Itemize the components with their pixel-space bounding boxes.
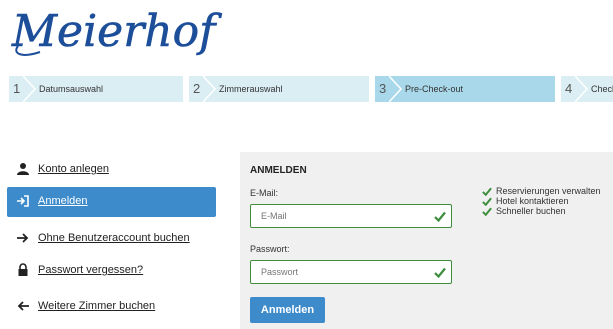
anmelden-button[interactable]: Anmelden: [250, 297, 325, 323]
benefit-label: Reservierungen verwalten: [496, 186, 601, 196]
email-field[interactable]: [250, 204, 452, 228]
chevron-right-icon: [23, 76, 37, 102]
email-label: E-Mail:: [250, 188, 279, 198]
check-icon: [434, 267, 446, 278]
lock-icon: [18, 263, 28, 276]
menu-label: Ohne Benutzeraccount buchen: [38, 232, 190, 244]
menu-anmelden[interactable]: Anmelden: [7, 187, 216, 217]
step-checkout[interactable]: 4 Checkout: [561, 76, 613, 102]
menu-konto-anlegen[interactable]: Konto anlegen: [7, 155, 216, 185]
logo-text: Meierhof: [11, 6, 222, 57]
menu-label: Weitere Zimmer buchen: [38, 300, 156, 312]
password-input[interactable]: [259, 266, 433, 278]
step-number: 3: [379, 81, 387, 96]
chevron-right-icon: [389, 76, 403, 102]
arrow-left-icon: [17, 301, 29, 311]
step-number: 1: [13, 81, 21, 96]
step-pre-check-out[interactable]: 3 Pre-Check-out: [375, 76, 555, 102]
check-icon: [482, 207, 492, 216]
chevron-right-icon: [203, 76, 217, 102]
login-panel: ANMELDEN E-Mail: Passwort: Anmelden Rese…: [240, 152, 613, 329]
menu-weitere-zimmer[interactable]: Weitere Zimmer buchen: [7, 292, 216, 322]
booking-steps: 1 Datumsauswahl 2 Zimmerauswahl 3 Pre-Ch…: [9, 76, 613, 102]
benefit-label: Schneller buchen: [496, 206, 566, 216]
menu-passwort-vergessen[interactable]: Passwort vergessen?: [7, 256, 216, 286]
step-number: 2: [193, 81, 201, 96]
user-icon: [17, 163, 29, 175]
step-label: Zimmerauswahl: [219, 84, 283, 94]
sign-in-icon: [17, 195, 29, 207]
step-datumsauswahl[interactable]: 1 Datumsauswahl: [9, 76, 183, 102]
email-input[interactable]: [259, 210, 433, 222]
check-icon: [482, 197, 492, 206]
chevron-right-icon: [575, 76, 589, 102]
menu-label: Konto anlegen: [38, 163, 109, 175]
step-label: Checkout: [591, 84, 613, 94]
benefit-label: Hotel kontaktieren: [496, 196, 569, 206]
menu-ohne-benutzeraccount[interactable]: Ohne Benutzeraccount buchen: [7, 224, 216, 254]
meierhof-logo[interactable]: Meierhof: [10, 2, 230, 60]
menu-label: Passwort vergessen?: [38, 264, 144, 276]
step-label: Datumsauswahl: [39, 84, 104, 94]
password-field[interactable]: [250, 260, 452, 284]
menu-label: Anmelden: [38, 195, 88, 207]
step-zimmerauswahl[interactable]: 2 Zimmerauswahl: [189, 76, 369, 102]
password-label: Passwort:: [250, 244, 290, 254]
login-title: ANMELDEN: [250, 165, 307, 176]
step-number: 4: [565, 81, 573, 96]
step-label: Pre-Check-out: [405, 84, 464, 94]
check-icon: [482, 187, 492, 196]
check-icon: [434, 211, 446, 222]
arrow-right-icon: [17, 233, 29, 243]
